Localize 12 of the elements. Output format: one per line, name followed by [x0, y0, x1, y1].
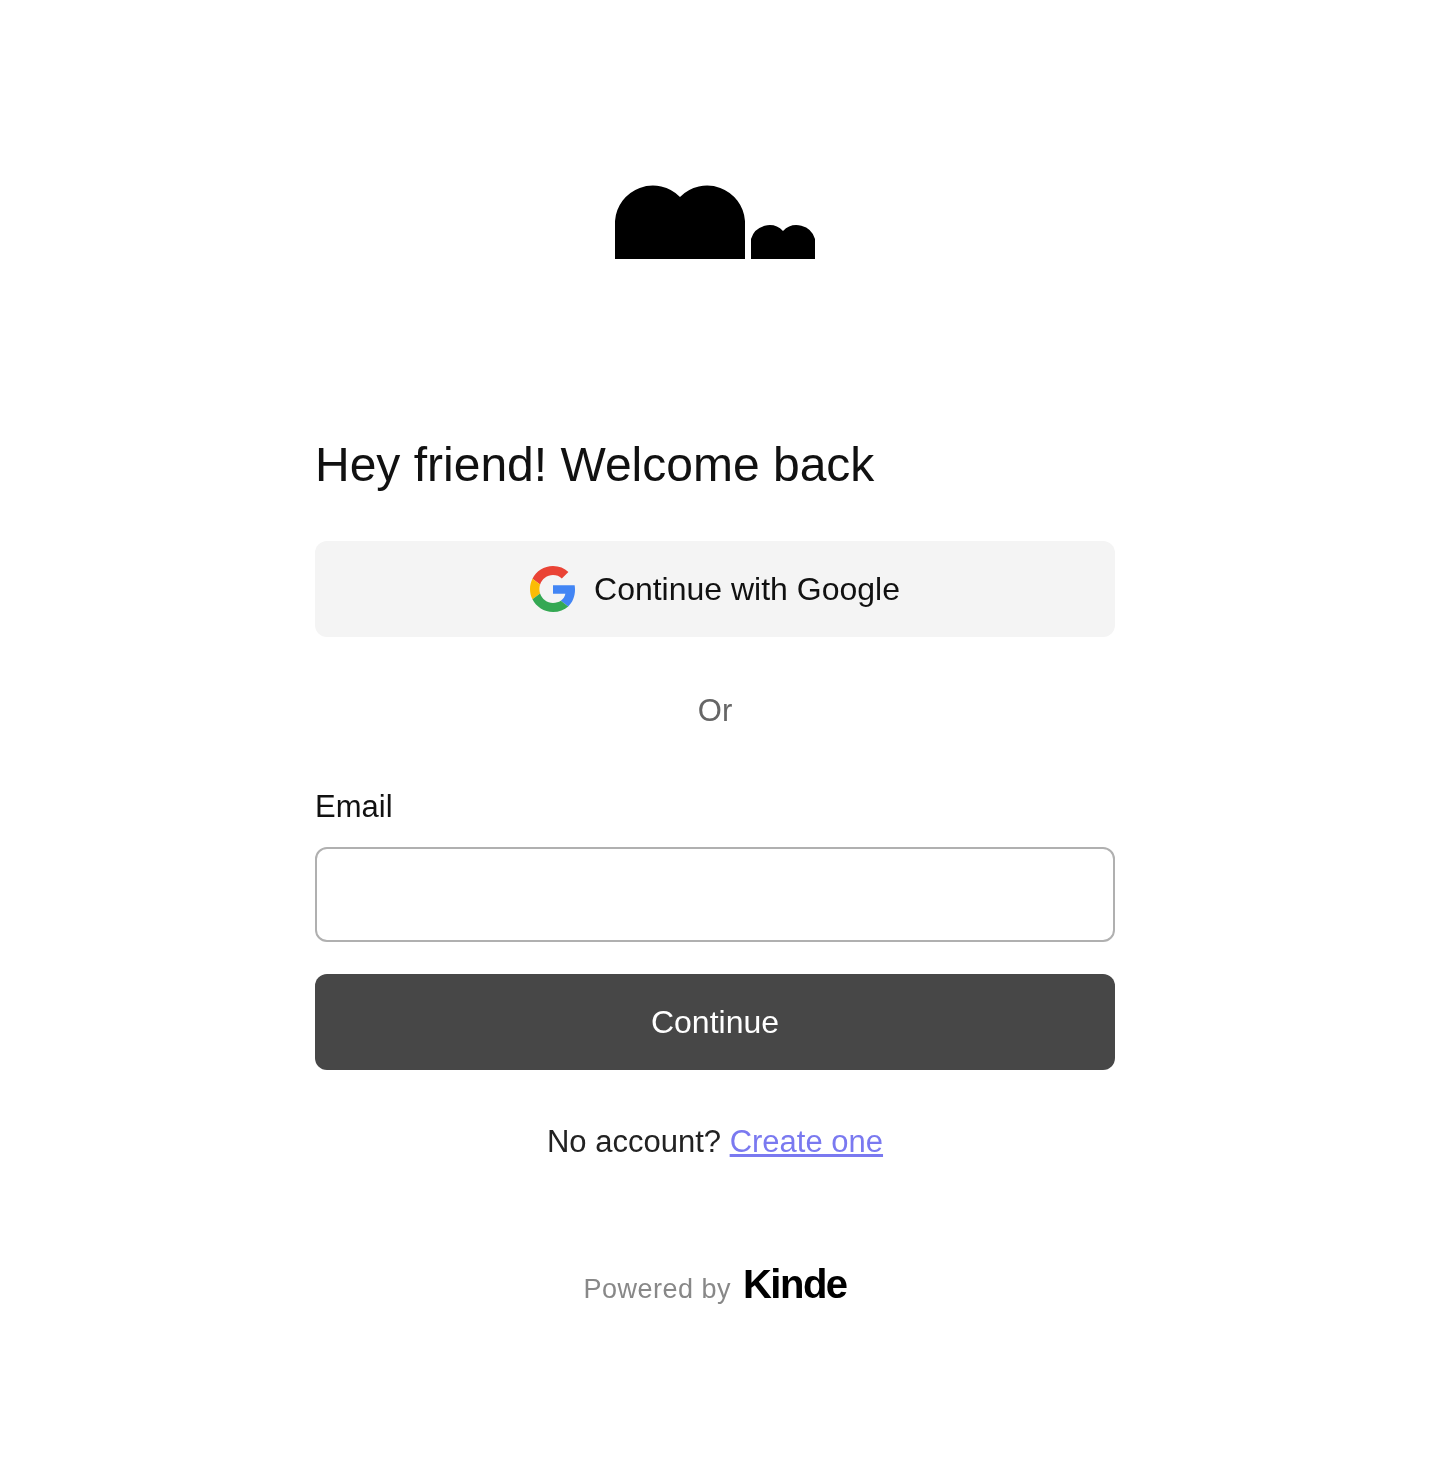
email-input-field[interactable] — [315, 847, 1115, 942]
google-sign-in-button[interactable]: Continue with Google — [315, 541, 1115, 637]
logo-icon — [615, 183, 815, 259]
email-label: Email — [315, 788, 394, 826]
powered-by-text: Powered by — [583, 1274, 731, 1305]
no-account-text: No account? — [546, 1124, 721, 1159]
create-account-link[interactable]: Create one — [729, 1124, 884, 1159]
page-heading: Hey friend! Welcome back — [315, 437, 876, 493]
brand-logo-text: Kinde — [743, 1262, 847, 1307]
google-icon — [530, 566, 576, 612]
continue-button[interactable]: Continue — [315, 974, 1115, 1070]
divider-text: Or — [696, 692, 734, 730]
